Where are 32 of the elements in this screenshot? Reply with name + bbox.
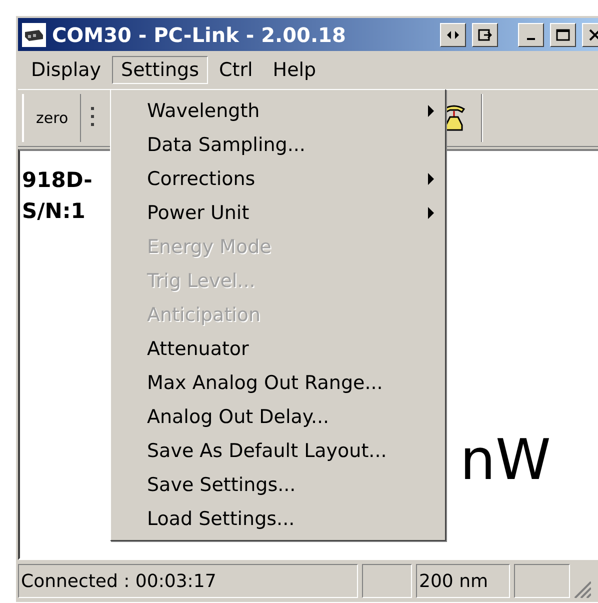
status-panel — [514, 564, 570, 598]
minimize-button[interactable] — [518, 22, 544, 46]
menu-item[interactable]: Display — [22, 56, 110, 84]
status-panel — [362, 564, 412, 598]
maximize-button[interactable] — [550, 22, 576, 46]
window-title: COM30 - PC-Link - 2.00.18 — [52, 22, 347, 46]
maximize-icon — [556, 28, 570, 40]
menu-option[interactable]: Attenuator — [111, 332, 445, 366]
menu-item[interactable]: Ctrl — [210, 56, 262, 84]
menu-option[interactable]: Data Sampling... — [111, 128, 445, 162]
menu-option[interactable]: Load Settings... — [111, 502, 445, 536]
power-unit: nW — [460, 431, 551, 491]
menu-option[interactable]: Wavelength — [111, 94, 445, 128]
zero-button[interactable]: zero — [22, 94, 82, 142]
menu-option[interactable]: Save As Default Layout... — [111, 434, 445, 468]
resize-button[interactable] — [440, 22, 466, 46]
undock-button[interactable] — [472, 22, 498, 46]
menu-option[interactable]: Save Settings... — [111, 468, 445, 502]
minimize-icon — [527, 38, 535, 40]
menu-item[interactable]: Settings — [112, 56, 208, 84]
menu-option[interactable]: Corrections — [111, 162, 445, 196]
menu-option[interactable]: Max Analog Out Range... — [111, 366, 445, 400]
menu-option[interactable]: Analog Out Delay... — [111, 400, 445, 434]
arrows-icon — [447, 30, 459, 40]
menu-item[interactable]: Help — [264, 56, 326, 84]
menu-option[interactable]: Power Unit — [111, 196, 445, 230]
undock-icon — [478, 28, 492, 40]
size-grip-icon — [574, 581, 591, 598]
status-panel: 200 nm — [416, 564, 510, 598]
close-icon — [589, 28, 598, 40]
device-info: 918D- S/N:1 — [22, 167, 92, 225]
status-panel: Connected : 00:03:17 — [18, 564, 358, 598]
